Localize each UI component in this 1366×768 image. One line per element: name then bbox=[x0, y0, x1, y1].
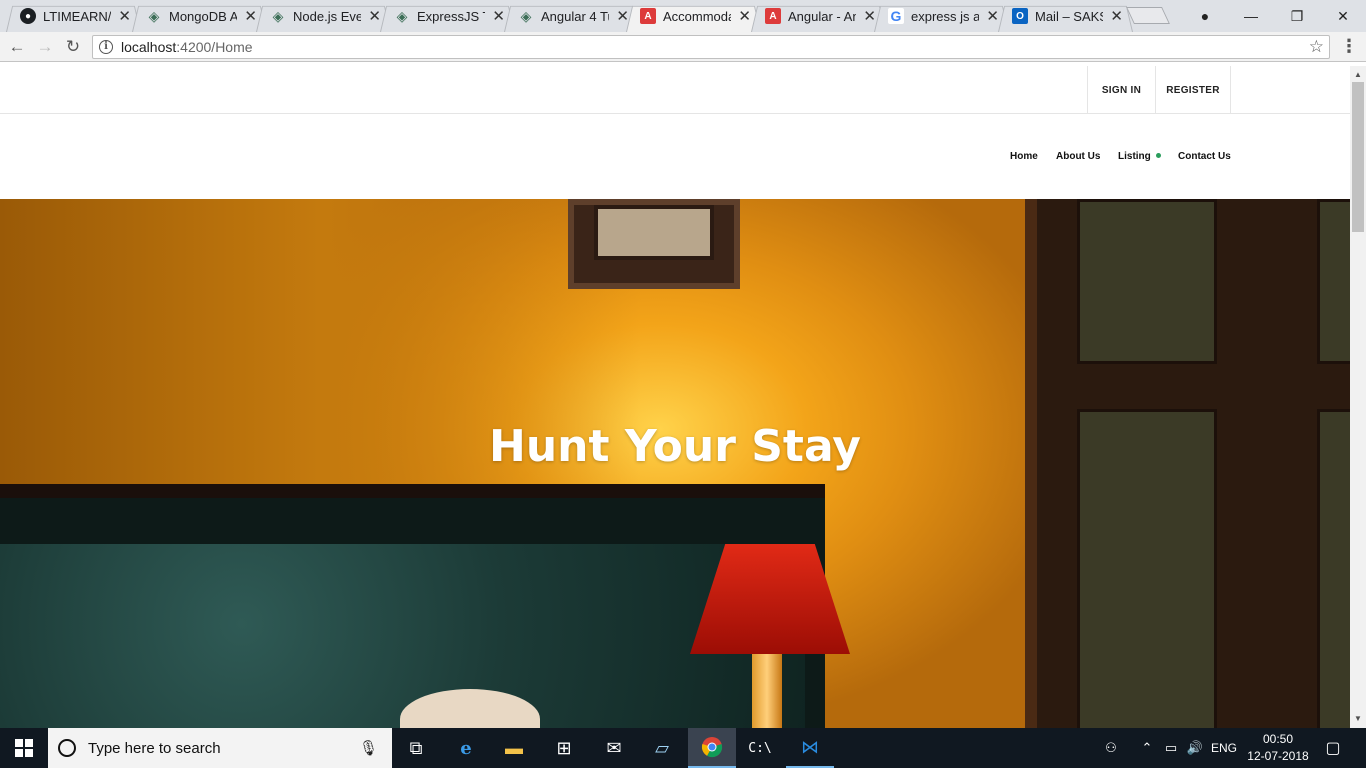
action-center-icon[interactable]: ▢ bbox=[1318, 728, 1348, 768]
start-button[interactable] bbox=[0, 728, 48, 768]
browser-tab[interactable]: G express js ap ✕ bbox=[868, 0, 1009, 32]
hero-headboard-fabric bbox=[0, 544, 805, 728]
browser-tab[interactable]: ● LTIMEARN/F ✕ bbox=[0, 0, 141, 32]
info-icon[interactable]: i bbox=[99, 40, 113, 54]
google-icon: G bbox=[888, 8, 904, 24]
file-explorer-icon[interactable]: ▬ bbox=[490, 728, 538, 768]
hero-banner: Hunt Your Stay bbox=[0, 199, 1350, 728]
tab-close-icon[interactable]: ✕ bbox=[244, 7, 257, 25]
windows-logo-icon bbox=[15, 739, 33, 757]
minimize-icon[interactable]: — bbox=[1228, 0, 1274, 32]
microphone-icon[interactable]: 🎙 bbox=[359, 739, 378, 757]
browser-tab[interactable]: ◈ MongoDB A ✕ bbox=[126, 0, 267, 32]
tab-close-icon[interactable]: ✕ bbox=[616, 7, 629, 25]
nav-listing[interactable]: Listing bbox=[1118, 151, 1161, 162]
page-scrollbar[interactable]: ▲ ▼ bbox=[1350, 66, 1366, 728]
tab-title: MongoDB A bbox=[169, 8, 237, 24]
taskbar-search[interactable]: Type here to search 🎙 bbox=[48, 728, 392, 768]
tab-close-icon[interactable]: ✕ bbox=[986, 7, 999, 25]
tab-close-icon[interactable]: ✕ bbox=[492, 7, 505, 25]
mail-icon[interactable]: ✉ bbox=[590, 728, 638, 768]
forward-icon[interactable]: → bbox=[34, 36, 56, 58]
show-hidden-icons-icon[interactable]: ⌃ bbox=[1138, 728, 1156, 768]
tab-title: Node.js Ever bbox=[293, 8, 361, 24]
profile-icon[interactable]: ● bbox=[1182, 0, 1228, 32]
hero-lamp-base bbox=[752, 654, 782, 728]
diamond-icon: ◈ bbox=[520, 7, 532, 24]
task-view-icon[interactable]: ⧉ bbox=[392, 728, 440, 768]
tab-title: Mail – SAKS bbox=[1035, 8, 1103, 24]
language-indicator[interactable]: ENG bbox=[1208, 728, 1240, 768]
browser-tab-active[interactable]: A Accommoda ✕ bbox=[620, 0, 761, 32]
command-prompt-icon[interactable]: C:\ bbox=[736, 728, 784, 768]
diamond-icon: ◈ bbox=[396, 7, 408, 24]
nav-contact-us[interactable]: Contact Us bbox=[1178, 151, 1231, 162]
restore-icon[interactable]: ❐ bbox=[1274, 0, 1320, 32]
tab-title: ExpressJS Tu bbox=[417, 8, 485, 24]
url-text: localhost:4200/Home bbox=[121, 39, 253, 55]
browser-menu-icon[interactable]: ⋮ bbox=[1340, 36, 1358, 57]
listing-dot-icon bbox=[1155, 153, 1161, 158]
angular-icon: A bbox=[640, 8, 656, 24]
edge-icon[interactable]: e bbox=[442, 728, 490, 768]
browser-tab[interactable]: ◈ Angular 4 Tu ✕ bbox=[498, 0, 639, 32]
windows-taskbar: Type here to search 🎙 ⧉ e ▬ ⊞ ✉ ▱ C:\ ⋈ … bbox=[0, 728, 1366, 768]
tab-close-icon[interactable]: ✕ bbox=[1110, 7, 1123, 25]
browser-tab[interactable]: O Mail – SAKS ✕ bbox=[992, 0, 1133, 32]
angular-icon: A bbox=[765, 8, 781, 24]
back-icon[interactable]: ← bbox=[6, 36, 28, 58]
people-icon[interactable]: ⚇ bbox=[1098, 728, 1124, 768]
browser-toolbar: ← → ↻ i localhost:4200/Home ☆ ⋮ bbox=[0, 32, 1366, 62]
tab-title: express js ap bbox=[911, 8, 979, 24]
bookmark-star-icon[interactable]: ☆ bbox=[1309, 37, 1324, 57]
cortana-icon bbox=[58, 739, 76, 757]
search-placeholder: Type here to search bbox=[88, 739, 221, 757]
vscode-icon[interactable]: ⋈ bbox=[786, 728, 834, 768]
diamond-icon: ◈ bbox=[148, 7, 160, 24]
hero-title: Hunt Your Stay bbox=[489, 421, 861, 472]
outlook-icon: O bbox=[1012, 8, 1028, 24]
tab-close-icon[interactable]: ✕ bbox=[118, 7, 131, 25]
nav-about-us[interactable]: About Us bbox=[1056, 151, 1100, 162]
register-link[interactable]: REGISTER bbox=[1155, 66, 1231, 114]
chrome-icon[interactable] bbox=[688, 728, 736, 768]
reload-icon[interactable]: ↻ bbox=[62, 36, 84, 58]
volume-icon[interactable]: 🔊 bbox=[1184, 728, 1206, 768]
scrollbar-thumb[interactable] bbox=[1352, 82, 1364, 232]
system-clock[interactable]: 00:50 12-07-2018 bbox=[1244, 731, 1312, 765]
scroll-down-icon[interactable]: ▼ bbox=[1354, 714, 1362, 723]
scroll-up-icon[interactable]: ▲ bbox=[1354, 70, 1362, 79]
browser-tab[interactable]: ◈ ExpressJS Tu ✕ bbox=[374, 0, 515, 32]
tab-title: Accommoda bbox=[663, 8, 731, 24]
clock-date: 12-07-2018 bbox=[1247, 749, 1309, 763]
tab-title: LTIMEARN/F bbox=[43, 8, 111, 24]
browser-tab-strip: ● LTIMEARN/F ✕ ◈ MongoDB A ✕ ◈ Node.js E… bbox=[0, 0, 1366, 32]
web-page: SIGN IN REGISTER Home About Us Listing C… bbox=[0, 66, 1350, 728]
window-close-icon[interactable]: ✕ bbox=[1320, 0, 1366, 32]
tab-close-icon[interactable]: ✕ bbox=[863, 7, 876, 25]
clock-time: 00:50 bbox=[1262, 732, 1294, 746]
auth-bar: SIGN IN REGISTER bbox=[0, 66, 1350, 114]
new-tab-button[interactable] bbox=[1126, 7, 1170, 24]
tab-close-icon[interactable]: ✕ bbox=[738, 7, 751, 25]
notes-icon[interactable]: ▱ bbox=[638, 728, 686, 768]
tab-close-icon[interactable]: ✕ bbox=[368, 7, 381, 25]
tab-title: Angular - An bbox=[788, 8, 856, 24]
network-icon[interactable]: ▭ bbox=[1160, 728, 1182, 768]
store-icon[interactable]: ⊞ bbox=[540, 728, 588, 768]
hero-picture-frame bbox=[568, 199, 740, 289]
chrome-logo-icon bbox=[701, 737, 723, 758]
github-icon: ● bbox=[20, 8, 36, 24]
tab-title: Angular 4 Tu bbox=[541, 8, 609, 24]
diamond-icon: ◈ bbox=[272, 7, 284, 24]
browser-tab[interactable]: A Angular - An ✕ bbox=[745, 0, 886, 32]
browser-tab[interactable]: ◈ Node.js Ever ✕ bbox=[250, 0, 391, 32]
sign-in-link[interactable]: SIGN IN bbox=[1087, 66, 1155, 114]
main-nav: Home About Us Listing Contact Us bbox=[0, 114, 1350, 199]
address-bar[interactable]: i localhost:4200/Home ☆ bbox=[92, 35, 1330, 59]
nav-home[interactable]: Home bbox=[1010, 151, 1038, 162]
